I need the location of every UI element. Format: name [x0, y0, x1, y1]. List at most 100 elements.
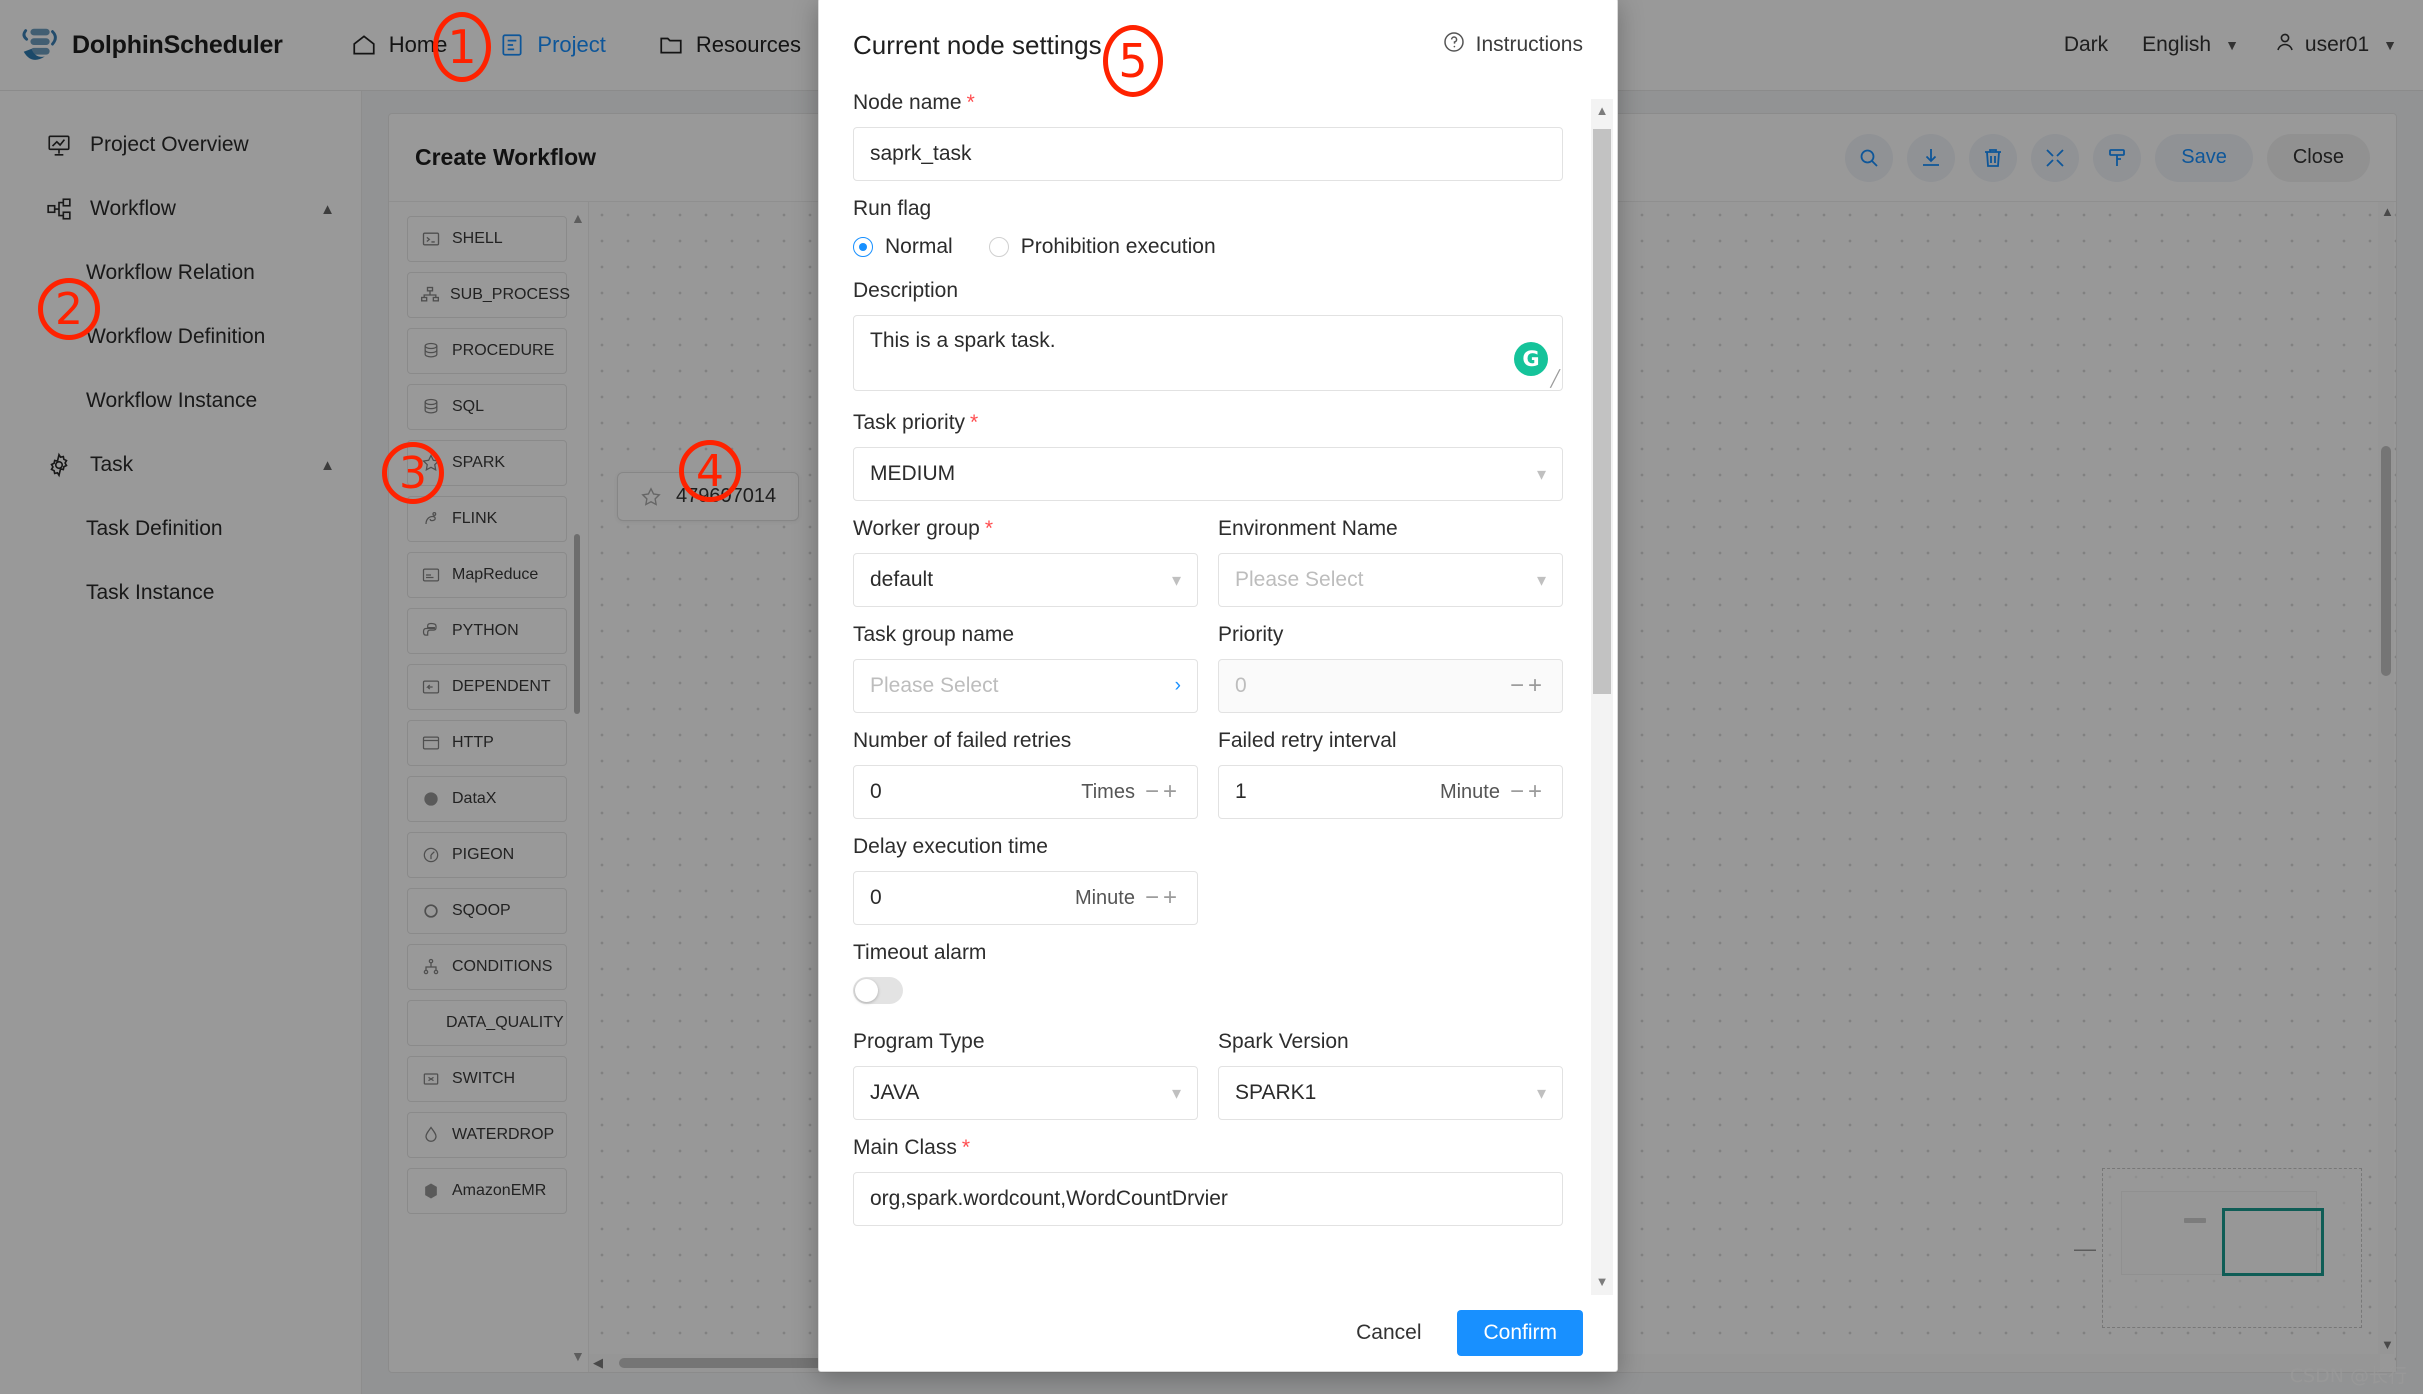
- environment-name-placeholder: Please Select: [1235, 568, 1364, 591]
- run-flag-label: Run flag: [853, 197, 932, 220]
- field-row-program-spark: Program Type JAVA ▾ Spark Version SPARK1…: [853, 1030, 1563, 1120]
- main-class-label: Main Class *: [853, 1136, 1563, 1160]
- program-type-select[interactable]: JAVA ▾: [853, 1066, 1198, 1120]
- dialog-title: Current node settings: [853, 29, 1102, 60]
- label-text: Main Class: [853, 1136, 957, 1159]
- confirm-button[interactable]: Confirm: [1457, 1310, 1583, 1356]
- priority-stepper[interactable]: 0 −+: [1218, 659, 1563, 713]
- annotation-number: 5: [1118, 34, 1148, 88]
- run-flag-radio-group: Normal Prohibition execution: [853, 233, 1563, 259]
- description-label: Description: [853, 279, 959, 302]
- timeout-alarm-label: Timeout alarm: [853, 941, 987, 964]
- required-marker: *: [984, 517, 994, 540]
- field-run-flag: Run flag Normal Prohibition execution: [853, 197, 1563, 259]
- annotation-marker-5: 5: [1103, 25, 1163, 97]
- field-row-retries: Number of failed retries 0 Times −+ Fail…: [853, 729, 1563, 819]
- instructions-label: Instructions: [1475, 33, 1583, 56]
- stepper-controls[interactable]: −+: [1145, 778, 1181, 806]
- scroll-down-arrow-icon[interactable]: ▼: [1595, 1274, 1609, 1289]
- field-worker-group: Worker group * default ▾: [853, 517, 1198, 607]
- radio-prohibition-label: Prohibition execution: [1020, 235, 1216, 258]
- failed-retry-interval-label: Failed retry interval: [1218, 729, 1397, 752]
- chevron-down-icon: ▾: [1536, 463, 1546, 484]
- field-task-group-name: Task group name Please Select ›: [853, 623, 1198, 713]
- field-delay-execution-time: Delay execution time 0 Minute −+: [853, 835, 1198, 925]
- dialog-body: Node name * saprk_task Run flag Normal P…: [819, 91, 1617, 1295]
- main-class-value: org,spark.wordcount,WordCountDrvier: [870, 1187, 1228, 1210]
- screenshot-root: DolphinScheduler Home Project Resources …: [0, 0, 2423, 1394]
- environment-name-select[interactable]: Please Select ▾: [1218, 553, 1563, 607]
- failed-retries-label: Number of failed retries: [853, 729, 1072, 752]
- failed-retry-interval-unit: Minute: [1439, 780, 1500, 803]
- program-type-value: JAVA: [870, 1081, 920, 1104]
- spark-version-label: Spark Version: [1218, 1030, 1349, 1053]
- annotation-marker-2: 2: [38, 278, 100, 340]
- field-node-name: Node name * saprk_task: [853, 91, 1563, 181]
- scroll-up-arrow-icon[interactable]: ▲: [1595, 103, 1609, 118]
- task-priority-value: MEDIUM: [870, 462, 956, 485]
- field-task-priority: Task priority * MEDIUM ▾: [853, 411, 1563, 501]
- field-priority: Priority 0 −+: [1218, 623, 1563, 713]
- stepper-controls[interactable]: −+: [1510, 672, 1546, 700]
- main-class-input[interactable]: org,spark.wordcount,WordCountDrvier: [853, 1172, 1563, 1226]
- field-row-taskgroup-priority: Task group name Please Select › Priority…: [853, 623, 1563, 713]
- spark-version-select[interactable]: SPARK1 ▾: [1218, 1066, 1563, 1120]
- field-main-class: Main Class * org,spark.wordcount,WordCoun…: [853, 1136, 1563, 1226]
- dialog-header: Current node settings Instructions: [819, 0, 1617, 91]
- field-description: Description This is a spark task. G ╱: [853, 279, 1563, 391]
- resize-handle-icon[interactable]: ╱: [1550, 369, 1560, 389]
- delay-execution-time-stepper[interactable]: 0 Minute −+: [853, 871, 1198, 925]
- label-text: Node name: [853, 91, 962, 114]
- field-spark-version: Spark Version SPARK1 ▾: [1218, 1030, 1563, 1120]
- assistant-badge-text: G: [1522, 347, 1540, 371]
- environment-name-label: Environment Name: [1218, 517, 1398, 540]
- program-type-label: Program Type: [853, 1030, 985, 1053]
- field-environment-name: Environment Name Please Select ▾: [1218, 517, 1563, 607]
- field-spacer: [1218, 835, 1563, 925]
- field-timeout-alarm: Timeout alarm: [853, 941, 1563, 1004]
- dialog-form: Node name * saprk_task Run flag Normal P…: [853, 91, 1563, 1226]
- failed-retries-value: 0: [870, 780, 882, 803]
- node-name-label: Node name *: [853, 91, 1563, 115]
- delay-execution-time-unit: Minute: [1074, 886, 1135, 909]
- field-failed-retries: Number of failed retries 0 Times −+: [853, 729, 1198, 819]
- priority-value: 0: [1235, 674, 1247, 697]
- failed-retries-unit: Times: [1081, 780, 1135, 803]
- required-marker: *: [970, 411, 979, 434]
- chevron-down-icon: ▾: [1536, 569, 1546, 590]
- timeout-alarm-toggle[interactable]: [853, 977, 903, 1004]
- radio-prohibition-execution[interactable]: Prohibition execution: [988, 235, 1216, 259]
- delay-execution-time-label: Delay execution time: [853, 835, 1048, 858]
- description-textarea[interactable]: This is a spark task. G ╱: [853, 315, 1563, 391]
- annotation-number: 4: [696, 445, 724, 497]
- dialog-scrollbar[interactable]: ▲ ▼: [1591, 99, 1613, 1295]
- worker-group-select[interactable]: default ▾: [853, 553, 1198, 607]
- task-priority-label: Task priority *: [853, 411, 1563, 435]
- instructions-link[interactable]: Instructions: [1442, 30, 1583, 60]
- chevron-down-icon: ▾: [1171, 569, 1181, 590]
- spark-version-value: SPARK1: [1235, 1081, 1317, 1104]
- stepper-controls[interactable]: −+: [1145, 884, 1181, 912]
- radio-dot-icon: [988, 237, 1009, 257]
- failed-retries-stepper[interactable]: 0 Times −+: [853, 765, 1198, 819]
- task-priority-select[interactable]: MEDIUM ▾: [853, 447, 1563, 501]
- stepper-controls[interactable]: −+: [1510, 778, 1546, 806]
- dialog-scroll-thumb[interactable]: [1593, 129, 1611, 694]
- cancel-label: Cancel: [1356, 1321, 1422, 1344]
- node-settings-dialog: Current node settings Instructions Node …: [818, 0, 1618, 1372]
- radio-normal[interactable]: Normal: [853, 235, 953, 259]
- annotation-marker-4: 4: [679, 440, 741, 502]
- cancel-button[interactable]: Cancel: [1338, 1311, 1439, 1355]
- task-group-name-placeholder: Please Select: [870, 674, 999, 697]
- dialog-footer: Cancel Confirm: [819, 1295, 1617, 1371]
- field-row-delay: Delay execution time 0 Minute −+: [853, 835, 1563, 925]
- writing-assistant-icon[interactable]: G: [1514, 342, 1548, 376]
- label-text: Task priority: [853, 411, 966, 434]
- task-group-name-select[interactable]: Please Select ›: [853, 659, 1198, 713]
- node-name-input[interactable]: saprk_task: [853, 127, 1563, 181]
- chevron-right-icon: ›: [1174, 675, 1181, 696]
- failed-retry-interval-stepper[interactable]: 1 Minute −+: [1218, 765, 1563, 819]
- field-program-type: Program Type JAVA ▾: [853, 1030, 1198, 1120]
- field-failed-retry-interval: Failed retry interval 1 Minute −+: [1218, 729, 1563, 819]
- help-circle-icon: [1442, 30, 1466, 60]
